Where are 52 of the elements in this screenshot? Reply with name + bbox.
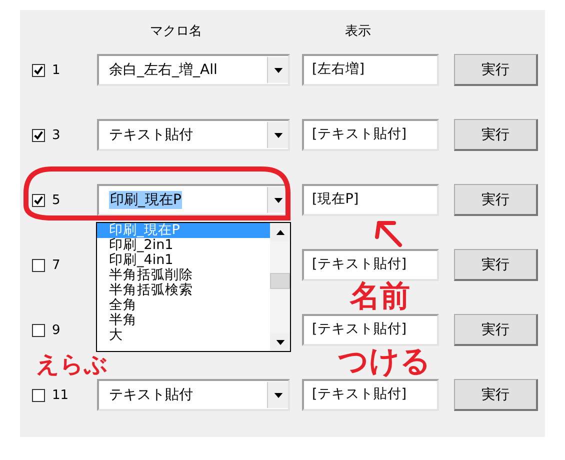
checkbox[interactable] bbox=[32, 388, 45, 402]
check-icon bbox=[33, 194, 44, 206]
handwritten-note: 名前 bbox=[350, 282, 410, 312]
display-field[interactable]: [左右増] bbox=[302, 54, 439, 86]
macro-dropdown[interactable]: テキスト貼付 bbox=[97, 119, 290, 151]
check-icon bbox=[33, 130, 44, 140]
dropdown-arrow-icon bbox=[274, 132, 282, 138]
handwritten-note: えらぶ bbox=[36, 354, 108, 377]
row-number: 11 bbox=[51, 388, 70, 402]
display-field[interactable]: [テキスト貼付] bbox=[302, 379, 439, 411]
list-item[interactable]: 半角括弧検索 bbox=[97, 283, 270, 298]
checkbox[interactable] bbox=[32, 324, 45, 336]
row-number: 3 bbox=[51, 128, 62, 142]
display-field[interactable]: [テキスト貼付] bbox=[302, 119, 439, 151]
macro-dropdown[interactable]: 印刷_現在P bbox=[97, 184, 290, 216]
checkbox[interactable] bbox=[32, 258, 45, 272]
display-field[interactable]: [現在P] bbox=[302, 184, 439, 216]
handwritten-note: つける bbox=[338, 347, 431, 377]
run-button[interactable]: 実行 bbox=[454, 314, 538, 346]
checkbox[interactable] bbox=[32, 194, 45, 206]
display-field[interactable]: [テキスト貼付] bbox=[302, 314, 439, 346]
list-item[interactable]: 印刷_2in1 bbox=[97, 238, 270, 253]
display-field[interactable]: [テキスト貼付] bbox=[302, 249, 439, 281]
column-header: マクロ名 bbox=[150, 23, 202, 41]
row-number: 9 bbox=[51, 322, 62, 338]
checkbox[interactable] bbox=[32, 64, 45, 76]
run-button[interactable]: 実行 bbox=[454, 54, 538, 86]
row-number: 5 bbox=[51, 192, 62, 208]
list-item[interactable]: 印刷_4in1 bbox=[97, 253, 270, 268]
checkbox[interactable] bbox=[32, 128, 45, 142]
scrollbar-thumb[interactable] bbox=[270, 273, 290, 289]
scroll-down-icon bbox=[276, 340, 284, 344]
column-header: 表示 bbox=[345, 23, 371, 41]
run-button[interactable]: 実行 bbox=[454, 249, 538, 281]
list-item[interactable]: 全角 bbox=[97, 298, 270, 313]
list-item[interactable]: 半角 bbox=[97, 313, 270, 328]
macro-dropdown[interactable]: テキスト貼付 bbox=[97, 379, 290, 411]
row-number: 7 bbox=[51, 258, 62, 272]
dropdown-arrow-icon bbox=[274, 68, 282, 72]
list-item[interactable]: 大 bbox=[97, 328, 270, 343]
macro-dropdown[interactable]: 余白_左右_増_All bbox=[97, 54, 290, 86]
scroll-up-icon bbox=[276, 230, 284, 234]
dropdown-arrow-icon bbox=[274, 198, 282, 202]
run-button[interactable]: 実行 bbox=[454, 379, 538, 411]
check-icon bbox=[33, 64, 44, 76]
list-item[interactable]: 半角括弧削除 bbox=[97, 268, 270, 283]
run-button[interactable]: 実行 bbox=[454, 119, 538, 151]
scrollbar[interactable] bbox=[270, 223, 290, 351]
run-button[interactable]: 実行 bbox=[454, 184, 538, 216]
row-number: 1 bbox=[51, 62, 62, 78]
dropdown-arrow-icon bbox=[274, 392, 282, 398]
arrow-annotation bbox=[375, 221, 402, 247]
